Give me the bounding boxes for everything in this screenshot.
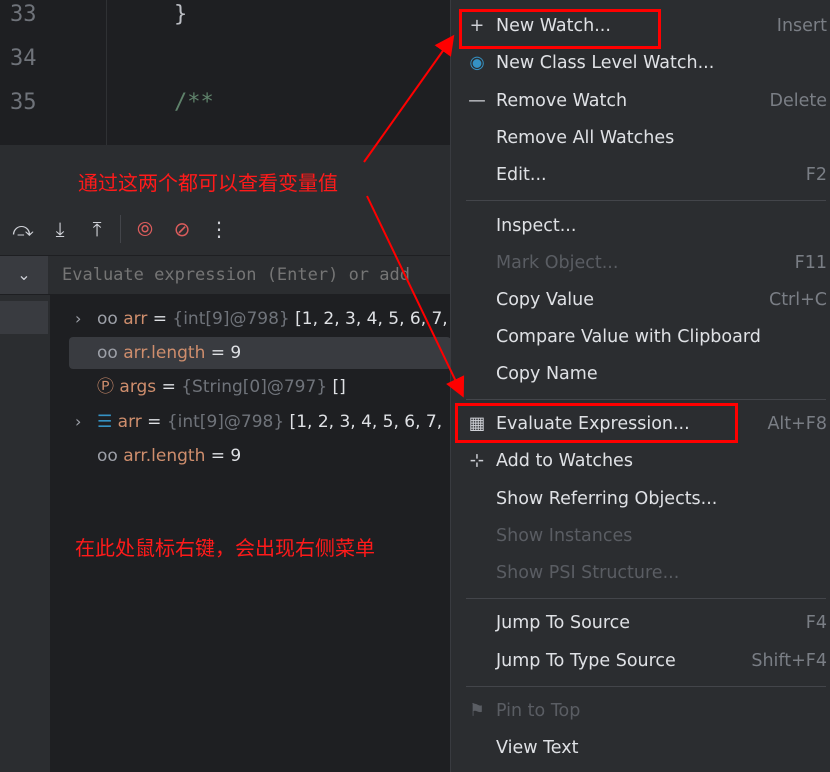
highlight-box: [455, 403, 738, 443]
highlight-box: [459, 9, 661, 49]
arrow-to-new-watch: [363, 34, 455, 163]
annotation-arrows: [363, 34, 465, 398]
arrow-to-evaluate: [366, 195, 465, 398]
